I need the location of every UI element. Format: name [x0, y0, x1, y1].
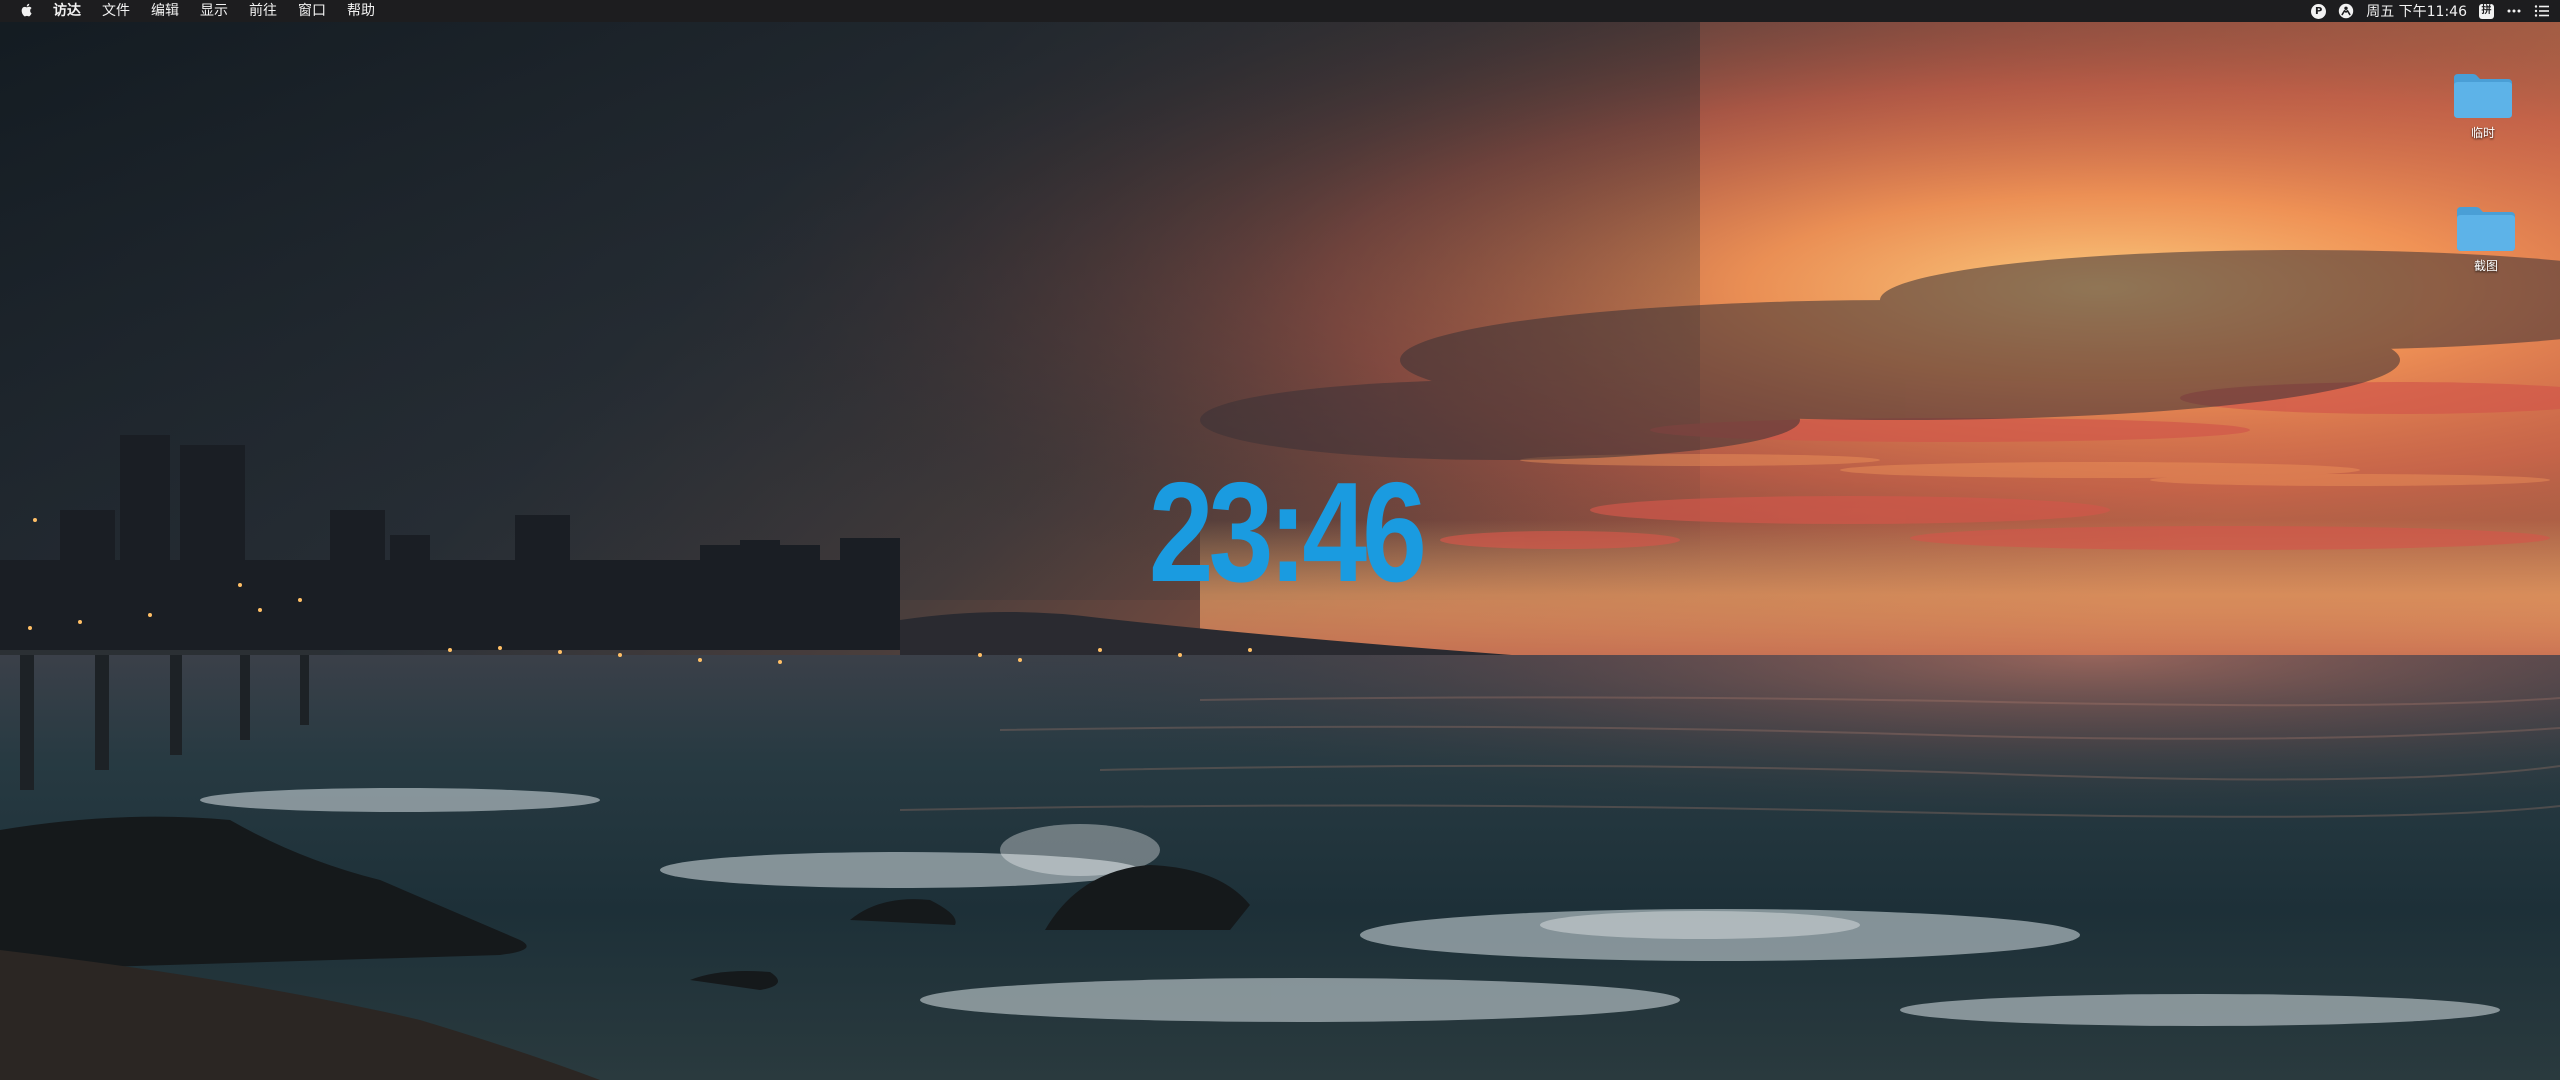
clock-widget: 23:46	[1148, 453, 1427, 612]
menu-go[interactable]: 前往	[249, 0, 277, 22]
menu-file[interactable]: 文件	[102, 0, 130, 22]
p-badge-icon[interactable]: P	[2311, 3, 2327, 19]
menu-app-name[interactable]: 访达	[53, 0, 81, 22]
desktop-folder-temp[interactable]: 临时	[2438, 68, 2528, 141]
folder-icon	[2454, 74, 2512, 118]
apple-icon[interactable]	[19, 2, 35, 18]
menu-view[interactable]: 显示	[200, 0, 228, 22]
p-badge-letter: P	[2311, 3, 2327, 19]
more-icon[interactable]	[2506, 3, 2522, 19]
menubar-clock[interactable]: 周五 下午11:46	[2366, 1, 2467, 21]
menu-help[interactable]: 帮助	[347, 0, 375, 22]
folder-label: 截图	[2473, 259, 2498, 273]
menu-bar: 访达 文件 编辑 显示 前往 窗口 帮助 P 周五 下午11:46 拼	[0, 0, 2560, 22]
folder-icon	[2457, 207, 2515, 251]
ime-label: 拼	[2479, 3, 2494, 19]
menu-window[interactable]: 窗口	[298, 0, 326, 22]
people-icon[interactable]	[2338, 3, 2354, 19]
ime-icon[interactable]: 拼	[2479, 3, 2494, 19]
menu-edit[interactable]: 编辑	[151, 0, 179, 22]
notification-center-icon[interactable]	[2534, 3, 2550, 19]
desktop-folder-screenshots[interactable]: 截图	[2441, 201, 2531, 274]
desktop[interactable]: 访达 文件 编辑 显示 前往 窗口 帮助 P 周五 下午11:46 拼 23:4…	[0, 0, 2560, 1080]
folder-label: 临时	[2470, 126, 2495, 140]
